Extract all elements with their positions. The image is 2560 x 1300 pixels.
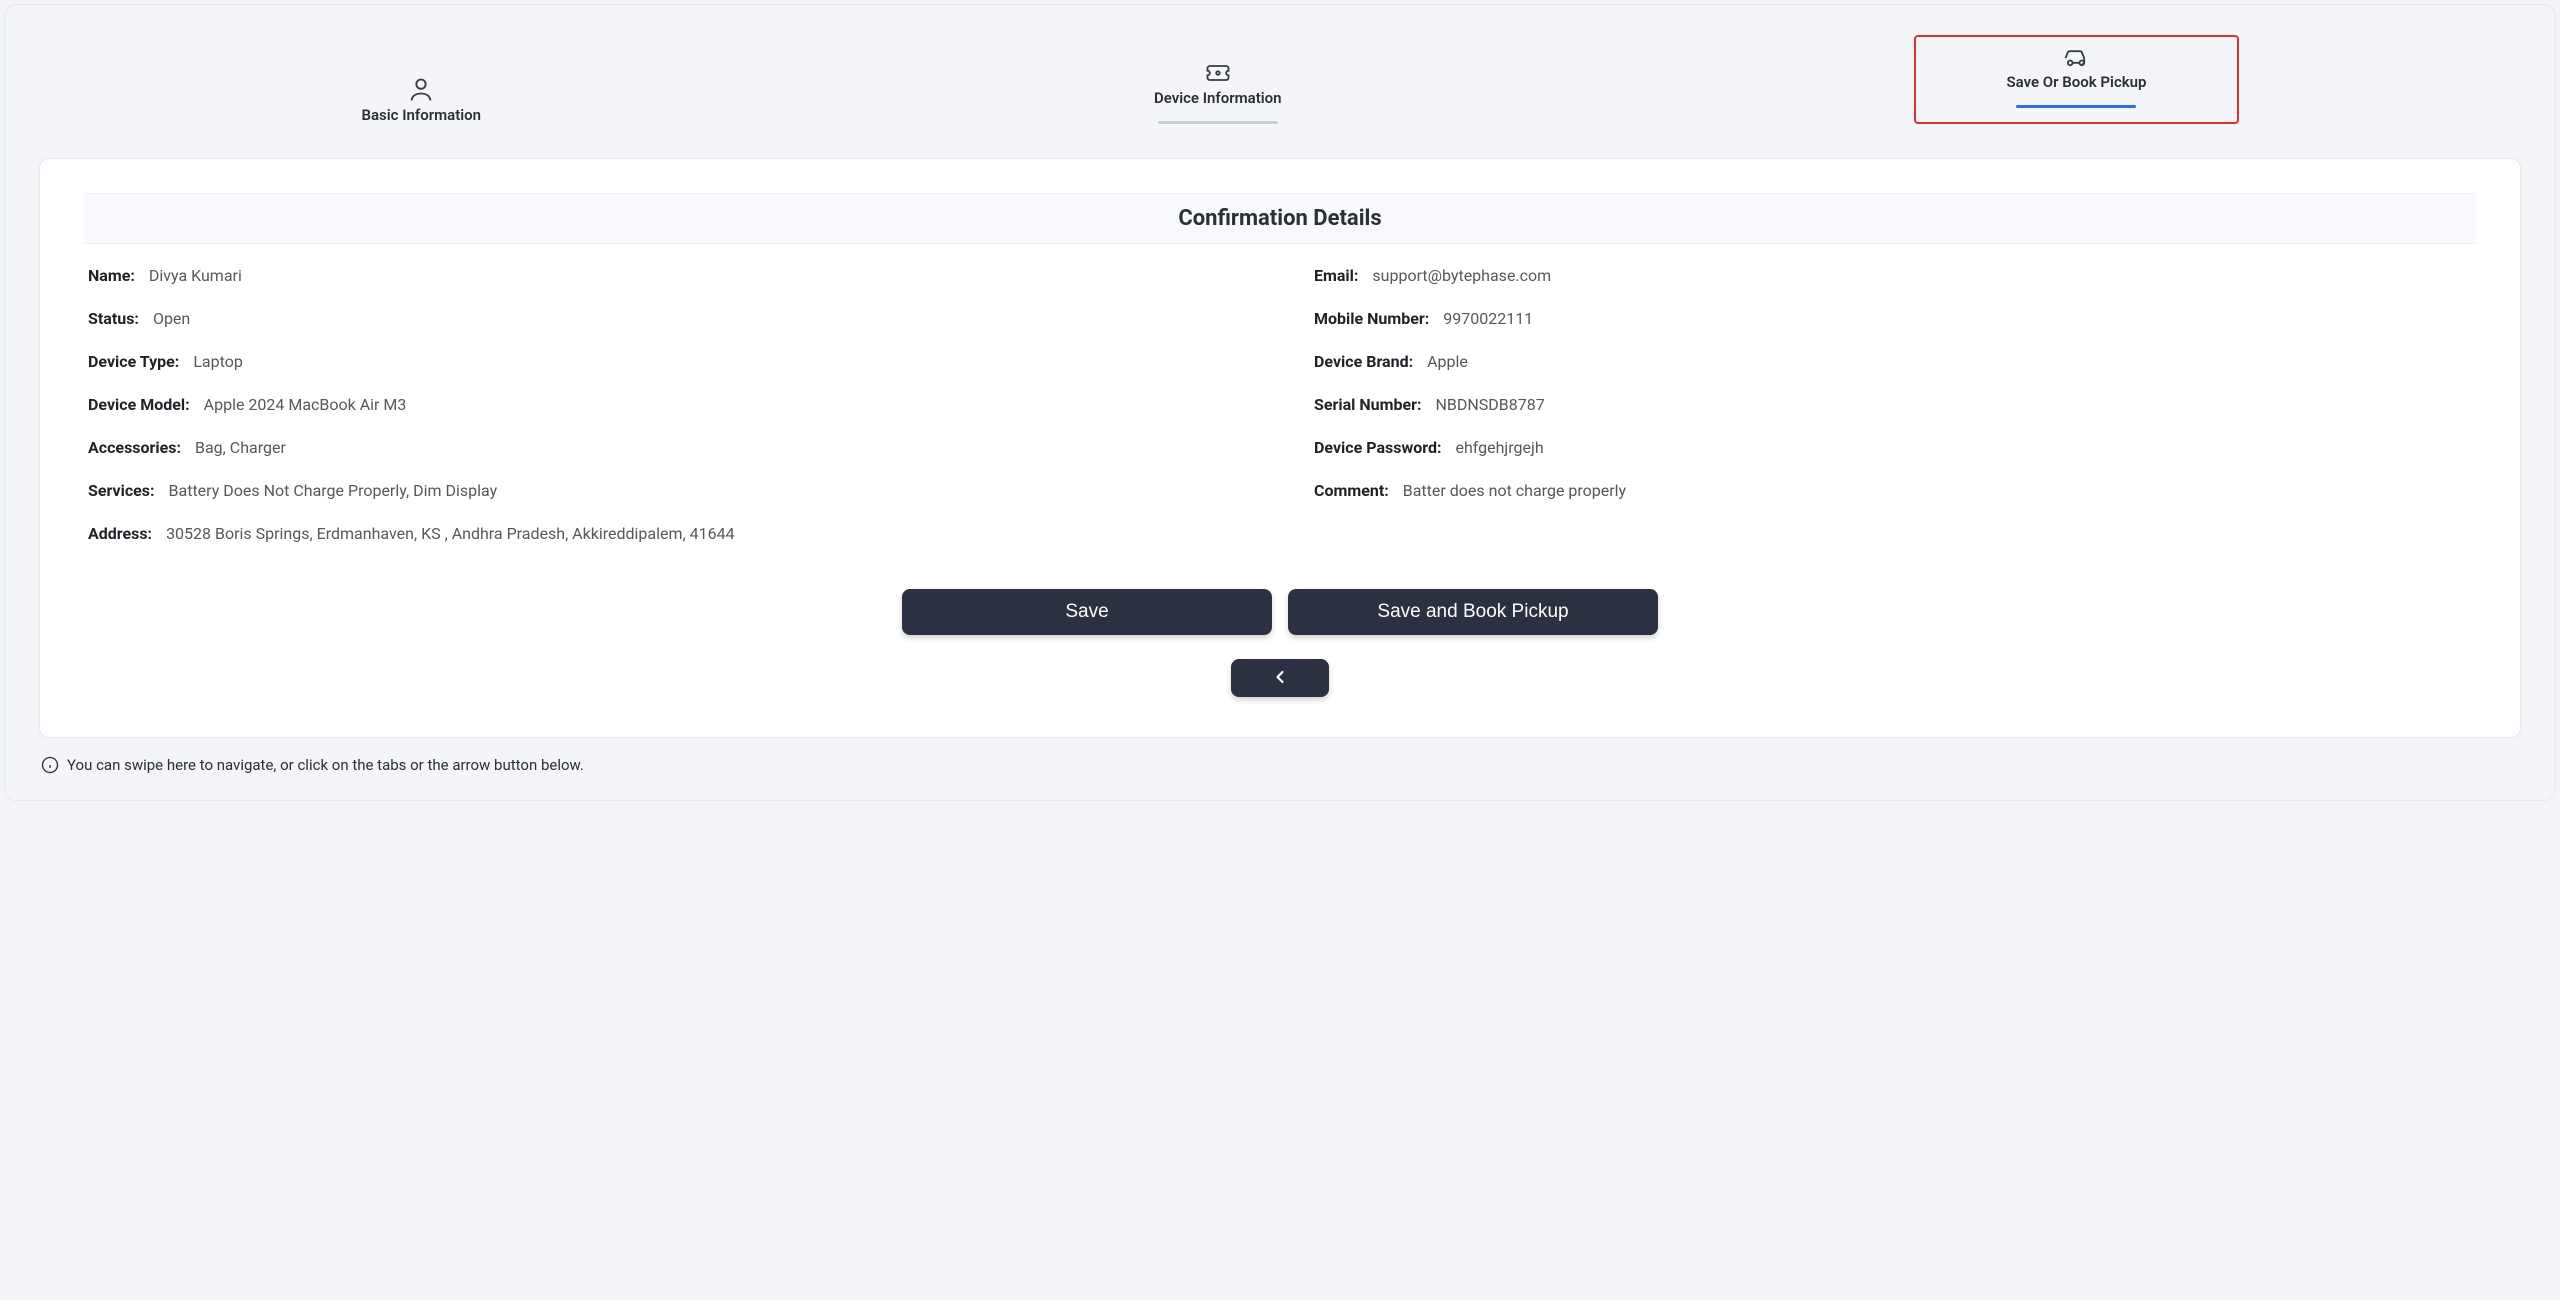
field-email-label: Email: [1314, 266, 1358, 285]
field-address-value: 30528 Boris Springs, Erdmanhaven, KS , A… [166, 524, 735, 543]
field-serial-number-value: NBDNSDB8787 [1435, 395, 1544, 414]
field-mobile-value: 9970022111 [1443, 309, 1533, 328]
field-device-password-label: Device Password: [1314, 438, 1441, 457]
tab-basic-information[interactable]: Basic Information [321, 70, 521, 124]
field-name-label: Name: [88, 266, 135, 285]
field-serial-number: Serial Number: NBDNSDB8787 [1310, 383, 2476, 426]
field-comment: Comment: Batter does not charge properly [1310, 469, 2476, 512]
field-device-type-value: Laptop [193, 352, 243, 371]
tab-device-label: Device Information [1154, 89, 1282, 107]
field-device-model-label: Device Model: [88, 395, 190, 414]
field-device-type-label: Device Type: [88, 352, 179, 371]
field-mobile: Mobile Number: 9970022111 [1310, 297, 2476, 340]
field-email: Email: support@bytephase.com [1310, 254, 2476, 297]
field-address-label: Address: [88, 524, 152, 543]
field-email-value: support@bytephase.com [1372, 266, 1551, 285]
field-services-value: Battery Does Not Charge Properly, Dim Di… [169, 481, 498, 500]
ticket-icon [1204, 59, 1232, 81]
field-name-value: Divya Kumari [149, 266, 242, 285]
field-device-model: Device Model: Apple 2024 MacBook Air M3 [84, 383, 1250, 426]
save-button[interactable]: Save [902, 589, 1272, 635]
save-and-book-pickup-button[interactable]: Save and Book Pickup [1288, 589, 1658, 635]
person-icon [407, 76, 435, 98]
field-device-model-value: Apple 2024 MacBook Air M3 [204, 395, 407, 414]
field-address: Address: 30528 Boris Springs, Erdmanhave… [84, 512, 2476, 555]
chevron-left-icon [1270, 667, 1290, 690]
navigation-hint: You can swipe here to navigate, or click… [41, 756, 2535, 774]
tab-basic-label: Basic Information [361, 106, 481, 124]
field-services: Services: Battery Does Not Charge Proper… [84, 469, 1250, 512]
tab-strip: Basic Information Device Information [25, 17, 2535, 154]
field-accessories: Accessories: Bag, Charger [84, 426, 1250, 469]
tab-save-or-book-pickup[interactable]: Save Or Book Pickup [1914, 35, 2238, 124]
tab-save-label: Save Or Book Pickup [2006, 73, 2146, 91]
page-container: Basic Information Device Information [4, 4, 2556, 801]
field-status-label: Status: [88, 309, 139, 328]
field-device-brand-value: Apple [1427, 352, 1468, 371]
info-icon [41, 756, 59, 774]
field-device-password-value: ehfgehjrgejh [1455, 438, 1543, 457]
field-device-password: Device Password: ehfgehjrgejh [1310, 426, 2476, 469]
field-status: Status: Open [84, 297, 1250, 340]
tab-device-underline [1158, 121, 1278, 124]
car-icon [2062, 43, 2090, 65]
field-accessories-value: Bag, Charger [195, 438, 286, 457]
navigation-hint-text: You can swipe here to navigate, or click… [67, 756, 584, 774]
tab-save-underline [2016, 105, 2136, 108]
field-name: Name: Divya Kumari [84, 254, 1250, 297]
back-row [84, 659, 2476, 697]
action-buttons: Save Save and Book Pickup [84, 589, 2476, 635]
field-status-value: Open [153, 309, 190, 328]
field-device-brand-label: Device Brand: [1314, 352, 1413, 371]
tab-device-information[interactable]: Device Information [1114, 53, 1322, 124]
field-mobile-label: Mobile Number: [1314, 309, 1429, 328]
field-device-type: Device Type: Laptop [84, 340, 1250, 383]
field-accessories-label: Accessories: [88, 438, 181, 457]
section-title: Confirmation Details [84, 193, 2476, 244]
field-serial-number-label: Serial Number: [1314, 395, 1421, 414]
back-button[interactable] [1231, 659, 1329, 697]
field-device-brand: Device Brand: Apple [1310, 340, 2476, 383]
field-comment-value: Batter does not charge properly [1403, 481, 1626, 500]
field-comment-label: Comment: [1314, 481, 1389, 500]
field-services-label: Services: [88, 481, 155, 500]
details-grid: Name: Divya Kumari Email: support@byteph… [84, 254, 2476, 555]
confirmation-card: Confirmation Details Name: Divya Kumari … [39, 158, 2521, 738]
